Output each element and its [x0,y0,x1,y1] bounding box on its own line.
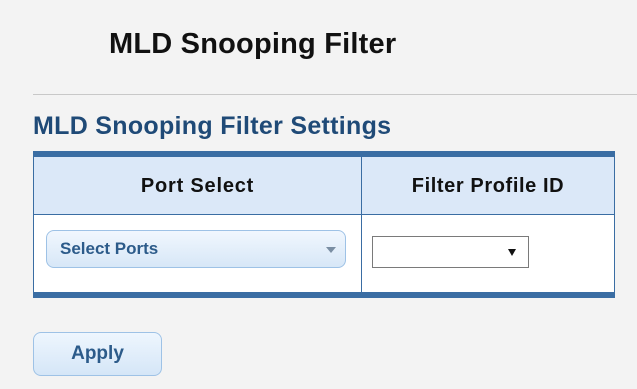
dropdown-arrow-icon [508,249,516,256]
select-ports-label: Select Ports [60,239,159,258]
title-divider [33,94,637,95]
column-header-filter-profile-id: Filter Profile ID [411,175,565,197]
chevron-down-icon [326,247,336,253]
section-title: MLD Snooping Filter Settings [33,112,392,140]
apply-button[interactable]: Apply [33,332,162,376]
table-header-row: Port Select Filter Profile ID [34,157,614,215]
column-header-port-select: Port Select [140,175,255,197]
page-title: MLD Snooping Filter [109,28,397,60]
filter-profile-id-select[interactable] [372,236,529,268]
column-divider [361,157,362,292]
select-ports-dropdown[interactable]: Select Ports [46,230,346,268]
settings-table: Port Select Filter Profile ID Select Por… [33,151,615,298]
